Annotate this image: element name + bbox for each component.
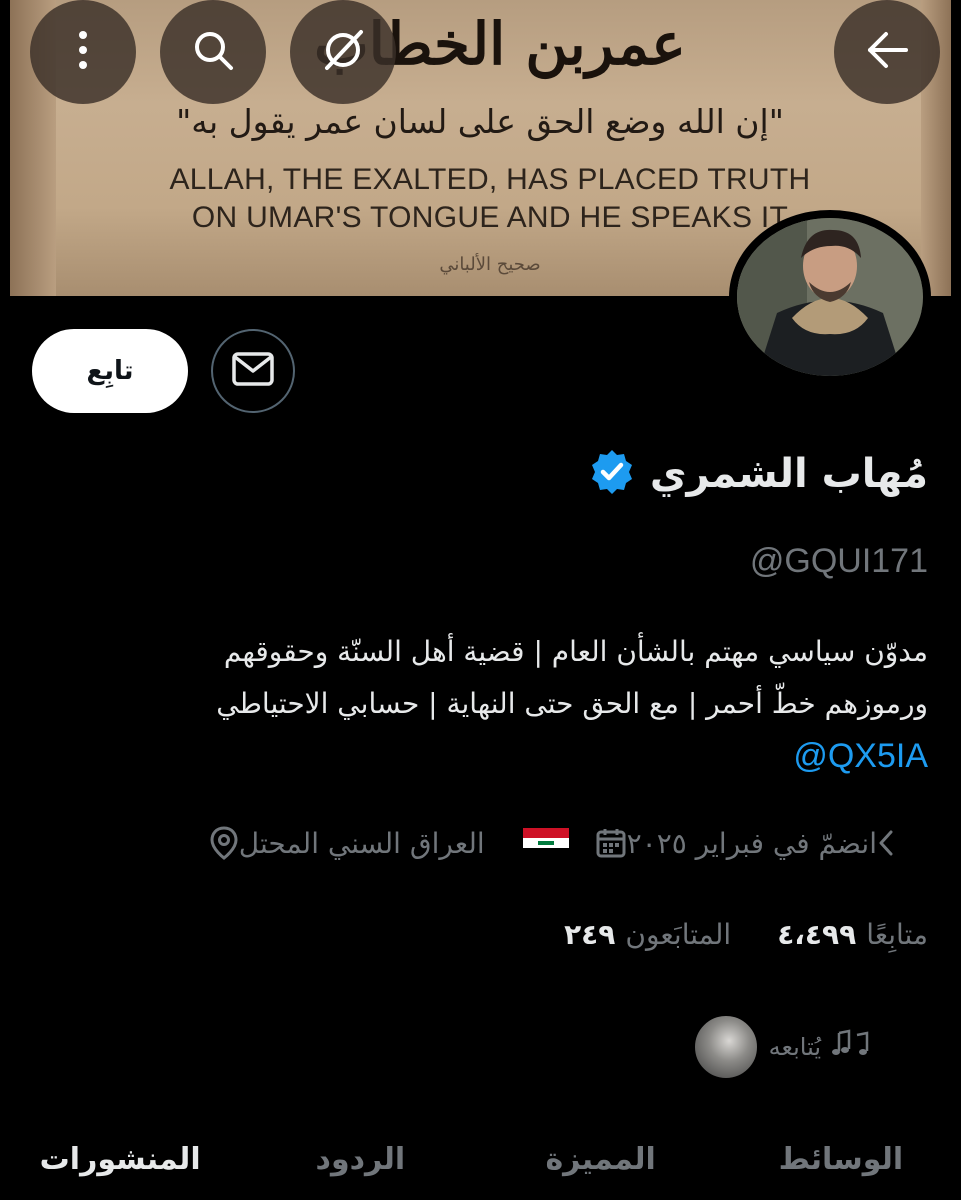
location-text: العراق السني المحتل	[238, 826, 485, 860]
arrow-left-icon	[864, 30, 910, 74]
calendar-icon	[595, 827, 627, 859]
tab-highlights[interactable]: المميزة	[481, 1118, 721, 1200]
user-handle: @GQUI171	[749, 542, 928, 580]
grok-button[interactable]	[290, 0, 396, 104]
search-icon	[191, 28, 235, 76]
bio-line: مدوّن سياسي مهتم بالشأن العام | قضية أهل…	[223, 635, 928, 668]
following-count: ٤،٤٩٩	[777, 918, 857, 951]
back-button[interactable]	[834, 0, 940, 104]
verified-badge-icon[interactable]	[588, 448, 636, 500]
tab-media[interactable]: الوسائط	[721, 1118, 961, 1200]
banner-quote-arabic: "إن الله وضع الحق على لسان عمر يقول به"	[176, 102, 784, 141]
profile-avatar[interactable]	[729, 210, 931, 384]
profile-tabs: المنشورات الردود المميزة الوسائط	[0, 1118, 961, 1200]
banner-quote-english-line2: ON UMAR'S TONGUE AND HE SPEAKS IT	[191, 201, 789, 234]
followers-count: ٢٤٩	[564, 918, 616, 951]
more-options-button[interactable]	[30, 0, 136, 104]
display-name: مُهاب الشمري	[649, 451, 928, 497]
tab-replies[interactable]: الردود	[240, 1118, 480, 1200]
followed-by-text: يُتابعه	[768, 1033, 821, 1061]
bio-line: ورموزهم خطّ أحمر | مع الحق حتى النهاية |…	[216, 687, 928, 720]
profile-page: عمربن الخطاب "إن الله وضع الحق على لسان …	[0, 0, 961, 1200]
grok-icon	[319, 26, 367, 78]
followers-label: المتابَعون	[625, 918, 732, 951]
message-button[interactable]	[211, 329, 295, 413]
bio-mention-link[interactable]: @QX5IA	[48, 730, 928, 782]
envelope-icon	[231, 351, 275, 391]
following-stat[interactable]: ٤،٤٩٩ متابِعًا	[777, 918, 928, 951]
more-vertical-icon	[78, 30, 88, 74]
name-row: مُهاب الشمري	[588, 448, 928, 500]
follower-avatar	[692, 1014, 759, 1080]
banner-source: صحيح الألباني	[439, 254, 541, 275]
followers-stat[interactable]: ٢٤٩ المتابَعون	[564, 918, 731, 951]
banner-quote-english-line1: ALLAH, THE EXALTED, HAS PLACED TRUTH	[169, 163, 811, 196]
follow-stats: ٢٤٩ المتابَعون ٤،٤٩٩ متابِعًا	[564, 918, 928, 951]
iraq-flag-icon	[522, 828, 569, 858]
following-label: متابِعًا	[866, 918, 928, 951]
chevron-left-icon[interactable]	[877, 828, 895, 858]
follow-button[interactable]: تابِع	[32, 329, 188, 413]
search-button[interactable]	[160, 0, 266, 104]
music-notes-icon	[831, 1029, 871, 1065]
tab-posts[interactable]: المنشورات	[0, 1118, 240, 1200]
joined-date: انضمّ في فبراير ٢٠٢٥	[626, 826, 877, 860]
followed-by[interactable]: يُتابعه	[692, 1014, 871, 1080]
profile-meta: العراق السني المحتل انضمّ في فبراير ٢٠٢٥	[197, 826, 923, 860]
profile-bio: مدوّن سياسي مهتم بالشأن العام | قضية أهل…	[48, 626, 928, 782]
location-pin-icon	[209, 826, 239, 860]
avatar-photo	[737, 218, 923, 376]
